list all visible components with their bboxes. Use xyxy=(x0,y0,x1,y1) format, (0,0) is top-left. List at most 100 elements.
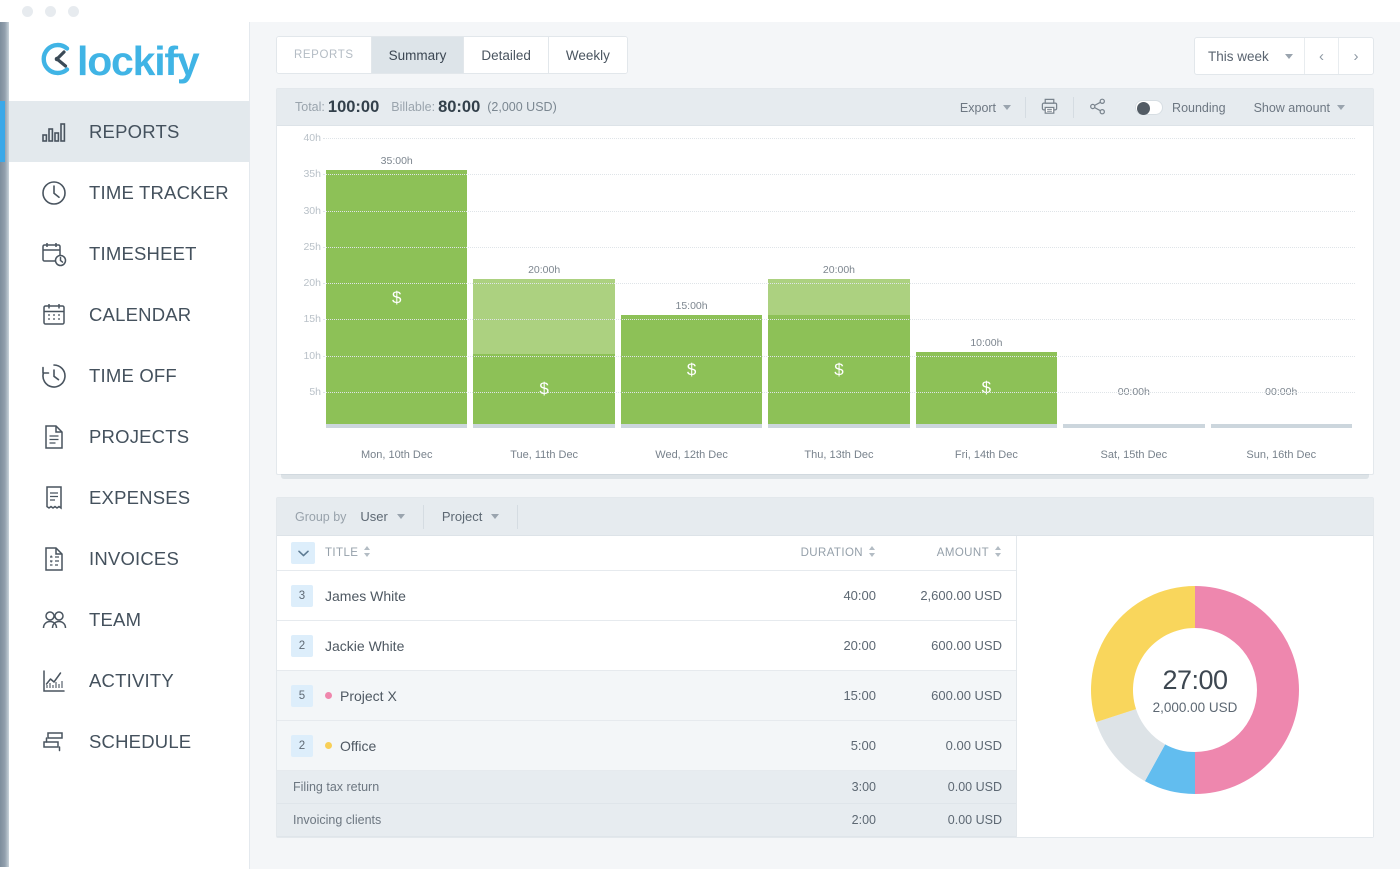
row-duration: 2:00 xyxy=(746,813,876,827)
share-button[interactable] xyxy=(1074,97,1121,119)
row-count-badge: 3 xyxy=(291,585,313,607)
table-header: TITLE DURATION AMOUNT xyxy=(277,536,1016,571)
group-by-secondary-select[interactable]: Project xyxy=(442,509,517,524)
schedule-icon xyxy=(39,727,69,757)
bar-baseline xyxy=(473,424,614,428)
chart-card: Total: 100:00 Billable: 80:00 (2,000 USD… xyxy=(276,88,1374,475)
column-label: AMOUNT xyxy=(937,547,989,559)
x-axis-label: Thu, 13th Dec xyxy=(765,449,912,461)
x-axis-label: Wed, 12th Dec xyxy=(618,449,765,461)
table-row[interactable]: Filing tax return3:000.00 USD xyxy=(277,771,1016,804)
window-close-button[interactable] xyxy=(22,6,33,17)
clock-arrow-icon xyxy=(39,361,69,391)
receipt-icon xyxy=(39,483,69,513)
sidebar-item-team[interactable]: TEAM xyxy=(9,589,249,650)
chevron-down-icon xyxy=(1003,105,1011,110)
bar-baseline xyxy=(621,424,762,428)
x-axis-label: Fri, 14th Dec xyxy=(913,449,1060,461)
divider xyxy=(423,505,424,529)
bar-value-label: 20:00h xyxy=(765,264,912,276)
sidebar-item-time-off[interactable]: TIME OFF xyxy=(9,345,249,406)
sidebar-item-reports[interactable]: REPORTS xyxy=(9,101,249,162)
show-amount-select[interactable]: Show amount xyxy=(1240,97,1359,119)
sidebar-item-time-tracker[interactable]: TIME TRACKER xyxy=(9,162,249,223)
bar-stack: $ xyxy=(326,170,467,428)
expand-all-button[interactable] xyxy=(291,542,315,564)
y-axis-tick: 20h xyxy=(303,277,321,289)
sort-icon xyxy=(363,546,371,560)
billable-dollar-icon: $ xyxy=(539,380,548,397)
billable-dollar-icon: $ xyxy=(834,361,843,378)
calendar-icon xyxy=(39,300,69,330)
grid-line xyxy=(323,138,1355,139)
date-range-select[interactable]: This week xyxy=(1195,38,1305,74)
clock-icon xyxy=(39,178,69,208)
sidebar-item-timesheet[interactable]: TIMESHEET xyxy=(9,223,249,284)
summary-actions: Export xyxy=(946,89,1359,126)
tab-weekly[interactable]: Weekly xyxy=(549,37,627,73)
total-label: Total: xyxy=(295,100,325,114)
next-period-button[interactable]: › xyxy=(1339,38,1373,74)
project-color-dot xyxy=(325,742,332,749)
bar-stack: $ xyxy=(473,279,614,428)
calendar-clock-icon xyxy=(39,239,69,269)
prev-period-button[interactable]: ‹ xyxy=(1305,38,1339,74)
tab-summary[interactable]: Summary xyxy=(372,37,465,73)
x-axis-label: Sun, 16th Dec xyxy=(1208,449,1355,461)
row-title: Office xyxy=(325,738,746,754)
sidebar-item-label: TEAM xyxy=(89,609,141,631)
bar-baseline xyxy=(768,424,909,428)
window-minimize-button[interactable] xyxy=(45,6,56,17)
bar-baseline xyxy=(1211,424,1352,428)
y-axis-tick: 35h xyxy=(303,168,321,180)
bar-chart-icon xyxy=(39,117,69,147)
window-maximize-button[interactable] xyxy=(68,6,79,17)
sidebar-item-label: EXPENSES xyxy=(89,487,190,509)
table-row[interactable]: 5Project X15:00600.00 USD xyxy=(277,671,1016,721)
print-button[interactable] xyxy=(1026,97,1073,119)
sidebar-item-activity[interactable]: ACTIVITY xyxy=(9,650,249,711)
column-header-duration[interactable]: DURATION xyxy=(746,546,876,560)
sidebar-item-invoices[interactable]: INVOICES xyxy=(9,528,249,589)
sidebar-item-expenses[interactable]: EXPENSES xyxy=(9,467,249,528)
show-amount-label: Show amount xyxy=(1254,101,1330,115)
sidebar-item-label: TIME TRACKER xyxy=(89,182,229,204)
app-logo[interactable]: lockify xyxy=(9,22,249,101)
table-row[interactable]: 2Jackie White20:00600.00 USD xyxy=(277,621,1016,671)
table-row[interactable]: 2Office5:000.00 USD xyxy=(277,721,1016,771)
table-row[interactable]: Invoicing clients2:000.00 USD xyxy=(277,804,1016,837)
clockify-logo-icon xyxy=(37,39,77,84)
bar-value-label: 15:00h xyxy=(618,300,765,312)
bar-stack xyxy=(1063,424,1204,428)
rounding-toggle[interactable]: Rounding xyxy=(1121,97,1240,119)
column-label: TITLE xyxy=(325,547,358,559)
table-row[interactable]: 3James White40:002,600.00 USD xyxy=(277,571,1016,621)
bar-segment-nonbillable xyxy=(473,279,614,354)
billable-value: 80:00 xyxy=(438,98,480,117)
x-axis-label: Sat, 15th Dec xyxy=(1060,449,1207,461)
bar-value-label: 35:00h xyxy=(323,155,470,167)
sidebar: lockify REPORTS TIME TRACKER xyxy=(9,22,250,869)
tab-section-label: REPORTS xyxy=(277,37,372,73)
table-and-donut: TITLE DURATION AMOUNT xyxy=(277,536,1373,837)
chevron-down-icon xyxy=(491,514,499,519)
bar-segment-billable: $ xyxy=(768,315,909,424)
sort-icon xyxy=(994,546,1002,560)
tab-detailed[interactable]: Detailed xyxy=(464,37,549,73)
billable-dollar-icon: $ xyxy=(392,289,401,306)
column-header-amount[interactable]: AMOUNT xyxy=(876,546,1016,560)
document-icon xyxy=(39,422,69,452)
row-duration: 20:00 xyxy=(746,638,876,653)
export-button[interactable]: Export xyxy=(946,97,1025,119)
group-by-primary-select[interactable]: User xyxy=(360,509,422,524)
bar-segment-billable: $ xyxy=(473,354,614,424)
sidebar-item-calendar[interactable]: CALENDAR xyxy=(9,284,249,345)
column-header-title[interactable]: TITLE xyxy=(325,546,746,560)
billable-amount: (2,000 USD) xyxy=(487,100,556,114)
sidebar-item-projects[interactable]: PROJECTS xyxy=(9,406,249,467)
row-title: Project X xyxy=(325,688,746,704)
sidebar-item-schedule[interactable]: SCHEDULE xyxy=(9,711,249,772)
toggle-switch[interactable] xyxy=(1135,100,1163,115)
bar-baseline xyxy=(1063,424,1204,428)
donut-total-time: 27:00 xyxy=(1153,665,1238,696)
